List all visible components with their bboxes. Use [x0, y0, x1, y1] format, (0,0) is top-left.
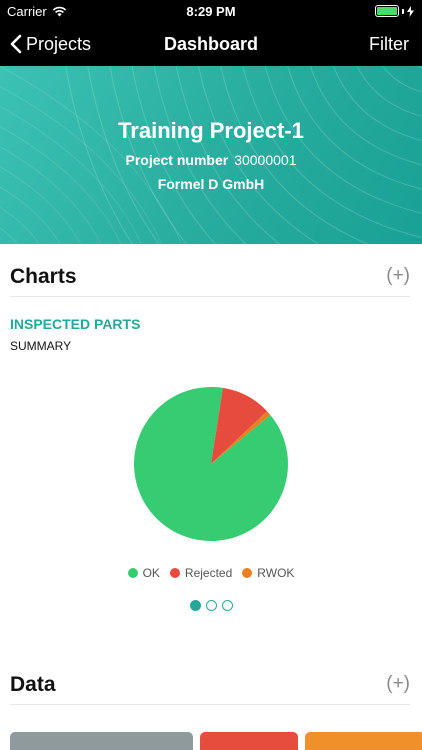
page-dot[interactable]	[221, 600, 233, 611]
status-time: 8:29 PM	[186, 4, 236, 19]
page-dot[interactable]	[205, 600, 217, 611]
charts-section-header: Charts (+)	[10, 263, 410, 297]
inspected-parts-pie-chart[interactable]	[0, 372, 422, 557]
legend-item-ok: OK	[127, 566, 160, 580]
data-tile[interactable]	[200, 732, 298, 750]
data-section-title: Data	[10, 673, 56, 696]
contour-line	[309, 66, 422, 166]
back-button[interactable]: Projects	[10, 22, 91, 66]
project-number-value: 30000001	[234, 152, 297, 168]
legend-label: RWOK	[257, 566, 295, 580]
contour-line	[0, 227, 19, 244]
navigation-bar: Projects Dashboard Filter	[0, 22, 422, 66]
project-number-row: Project number 30000001	[0, 152, 422, 168]
legend-label: Rejected	[184, 566, 233, 580]
legend-swatch	[127, 568, 138, 578]
chart-page-indicator	[0, 600, 422, 611]
legend-label: OK	[142, 566, 160, 580]
chart-title: INSPECTED PARTS	[10, 316, 141, 332]
add-data-button[interactable]: (+)	[386, 673, 410, 695]
legend-item-rwok: RWOK	[242, 566, 294, 580]
charging-bolt-icon	[407, 5, 414, 17]
back-button-label: Projects	[26, 33, 92, 54]
legend-swatch	[169, 568, 180, 578]
page-dot[interactable]	[189, 600, 201, 611]
filter-button[interactable]: Filter	[369, 22, 409, 66]
charts-section-title: Charts	[10, 265, 77, 288]
contour-line	[0, 166, 81, 244]
contour-line	[382, 66, 422, 93]
add-chart-button[interactable]: (+)	[386, 265, 410, 287]
project-name: Training Project-1	[118, 118, 304, 143]
legend-item-rejected: Rejected	[169, 566, 233, 580]
chart-legend: OK Rejected RWOK	[0, 566, 422, 580]
data-tiles-row	[10, 732, 422, 750]
project-company: Formel D GmbH	[157, 176, 265, 192]
battery-icon	[375, 5, 414, 17]
project-number-label: Project number	[125, 152, 229, 168]
data-tile[interactable]	[10, 732, 193, 750]
chevron-left-icon	[10, 34, 22, 54]
chart-subtitle: SUMMARY	[10, 339, 72, 353]
legend-swatch	[242, 568, 253, 578]
contour-line	[0, 236, 10, 244]
project-banner: Training Project-1 Project number 3000000…	[0, 66, 422, 244]
status-bar: Carrier 8:29 PM	[0, 0, 422, 22]
data-tile[interactable]	[305, 732, 422, 750]
data-section-header: Data (+)	[10, 671, 410, 705]
contour-line	[356, 66, 422, 117]
